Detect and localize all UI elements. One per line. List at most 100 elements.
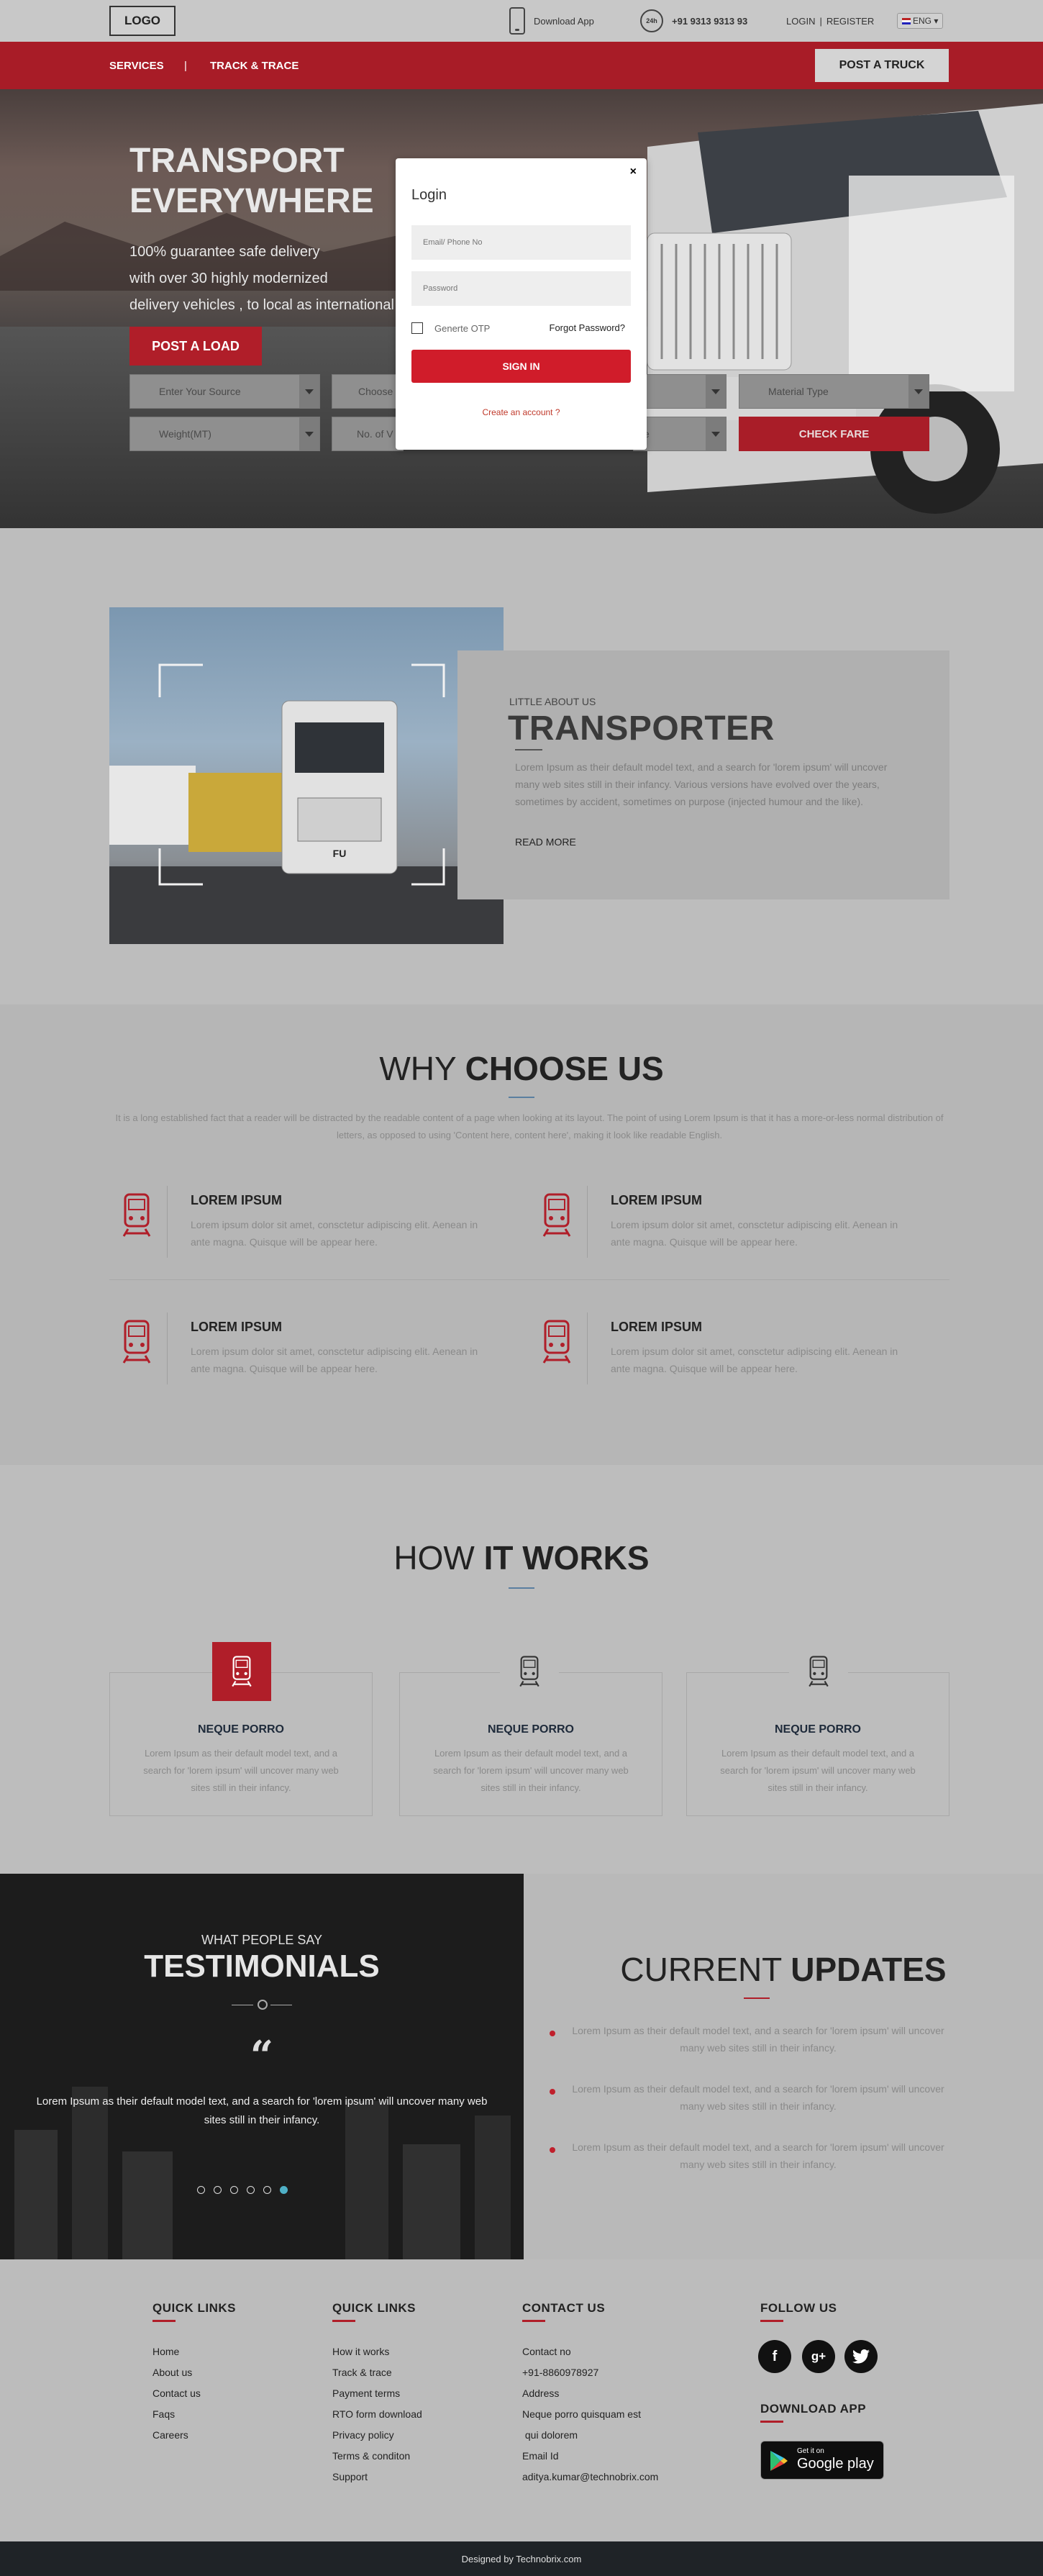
nav-track-trace[interactable]: TRACK & TRACE [210, 42, 299, 89]
carousel-dot[interactable] [280, 2186, 288, 2194]
sign-in-button[interactable]: SIGN IN [411, 350, 631, 383]
date-select[interactable] [633, 374, 727, 409]
password-input[interactable] [411, 271, 631, 306]
footer-link-faqs[interactable]: Faqs [152, 2408, 175, 2420]
check-fare-button[interactable]: CHECK FARE [739, 417, 929, 451]
train-icon [809, 1656, 829, 1687]
vehicles-input[interactable]: No. of V [332, 417, 404, 451]
source-select[interactable]: Enter Your Source [129, 374, 320, 409]
why-title: WHY CHOOSE US [0, 1049, 1043, 1088]
updates-section [524, 1874, 1043, 2259]
carousel-dot[interactable] [197, 2186, 205, 2194]
feature-item: LOREM IPSUM Lorem ipsum dolor sit amet, … [109, 1186, 483, 1265]
feature-title: LOREM IPSUM [611, 1320, 703, 1334]
hero-sub-line1: 100% guarantee safe delivery [129, 244, 320, 260]
auth-separator: | [819, 15, 822, 27]
flag-icon [902, 18, 911, 24]
feature-item: LOREM IPSUM Lorem ipsum dolor sit amet, … [529, 1312, 903, 1392]
create-account-link[interactable]: Create an account ? [396, 407, 647, 417]
how-underline [509, 1587, 534, 1589]
carousel-dot[interactable] [263, 2186, 271, 2194]
weight-select[interactable]: Weight(MT) [129, 417, 320, 451]
footer-title-underline [332, 2320, 355, 2322]
source-placeholder: Enter Your Source [159, 386, 241, 397]
testimonials-divider [232, 2000, 292, 2011]
google-plus-icon[interactable]: g+ [802, 2340, 835, 2373]
train-icon [542, 1193, 571, 1237]
footer-link-privacy[interactable]: Privacy policy [332, 2429, 394, 2441]
update-item[interactable]: Lorem Ipsum as their default model text,… [564, 2080, 952, 2115]
update-item[interactable]: Lorem Ipsum as their default model text,… [564, 2139, 952, 2173]
chevron-down-icon [299, 417, 319, 450]
register-link[interactable]: REGISTER [826, 16, 874, 27]
destination-select[interactable]: Choose [332, 374, 404, 409]
update-item[interactable]: Lorem Ipsum as their default model text,… [564, 2022, 952, 2056]
language-select[interactable]: ENG ▾ [897, 0, 944, 42]
updates-title-light: CURRENT [620, 1951, 791, 1988]
support-24h-icon: 24h [640, 9, 663, 32]
facebook-icon[interactable]: f [758, 2340, 791, 2373]
contact-phone[interactable]: +91-8860978927 [522, 2367, 598, 2378]
carousel-dot[interactable] [230, 2186, 238, 2194]
contact-email[interactable]: aditya.kumar@technobrix.com [522, 2471, 658, 2482]
post-load-button[interactable]: POST A LOAD [129, 327, 262, 366]
how-card-title: NEQUE PORRO [197, 1723, 284, 1736]
logo[interactable]: LOGO [109, 6, 176, 36]
how-icon-box [789, 1642, 848, 1701]
weight-placeholder: Weight(MT) [159, 428, 211, 440]
footer-link-track[interactable]: Track & trace [332, 2367, 392, 2378]
footer-follow-title: FOLLOW US [760, 2301, 837, 2315]
update-bullet [550, 2089, 555, 2095]
phone-contact: 24h +91 9313 9313 93 [640, 0, 747, 42]
updates-underline [744, 1997, 770, 1999]
vehicle-type-select[interactable]: e [633, 417, 727, 451]
twitter-icon[interactable] [844, 2340, 878, 2373]
footer-link-about[interactable]: About us [152, 2367, 192, 2378]
address-line2: qui dolorem [522, 2429, 578, 2441]
footer-link-how[interactable]: How it works [332, 2346, 389, 2357]
checkbox[interactable] [411, 322, 423, 334]
how-card-title: NEQUE PORRO [774, 1723, 861, 1736]
hero-title-line2: EVERYWHERE [129, 182, 374, 220]
feature-title: LOREM IPSUM [611, 1193, 703, 1207]
login-link[interactable]: LOGIN [786, 16, 815, 27]
footer-link-home[interactable]: Home [152, 2346, 179, 2357]
footer-quicklinks-title: QUICK LINKS [152, 2301, 236, 2315]
hero-title-line1: TRANSPORT [129, 142, 345, 180]
hero-subtitle: 100% guarantee safe delivery with over 3… [129, 239, 394, 319]
hero-sub-line2: with over 30 highly modernized [129, 271, 328, 286]
how-card-title: NEQUE PORRO [487, 1723, 574, 1736]
vehicles-placeholder: No. of V [357, 428, 393, 440]
train-icon [122, 1193, 151, 1237]
truck-brand-label: FU [333, 848, 347, 859]
download-app-link[interactable]: Download App [509, 0, 594, 42]
post-truck-button[interactable]: POST A TRUCK [815, 49, 949, 82]
footer-credit: Designed by Technobrix.com [0, 2541, 1043, 2576]
language-dropdown[interactable]: ENG ▾ [897, 13, 944, 29]
footer-download-title: DOWNLOAD APP [760, 2402, 867, 2416]
footer-link-support[interactable]: Support [332, 2471, 368, 2482]
how-card-text: Lorem Ipsum as their default model text,… [143, 1748, 339, 1793]
chevron-down-icon [706, 375, 726, 408]
carousel-dot[interactable] [247, 2186, 255, 2194]
footer-link-rto[interactable]: RTO form download [332, 2408, 422, 2420]
how-card-text: Lorem Ipsum as their default model text,… [433, 1748, 629, 1793]
feature-divider [167, 1312, 168, 1384]
update-bullet [550, 2147, 555, 2153]
footer-link-contact[interactable]: Contact us [152, 2387, 201, 2399]
how-title-bold: IT WORKS [483, 1539, 650, 1577]
generate-otp-checkbox[interactable]: Generte OTP [411, 322, 490, 334]
google-play-badge[interactable]: Get it on Google play [760, 2441, 884, 2480]
close-icon[interactable]: × [630, 165, 637, 178]
forgot-password-link[interactable]: Forgot Password? [550, 322, 626, 333]
train-icon [519, 1656, 539, 1687]
footer-link-payment[interactable]: Payment terms [332, 2387, 400, 2399]
footer-link-careers[interactable]: Careers [152, 2429, 188, 2441]
nav-services[interactable]: SERVICES [109, 42, 164, 89]
material-type-select[interactable]: Material Type [739, 374, 929, 409]
footer-link-terms[interactable]: Terms & conditon [332, 2450, 410, 2462]
address-line1: Neque porro quisquam est [522, 2408, 641, 2420]
email-phone-input[interactable] [411, 225, 631, 260]
read-more-link[interactable]: READ MORE [515, 836, 576, 848]
carousel-dot[interactable] [214, 2186, 222, 2194]
